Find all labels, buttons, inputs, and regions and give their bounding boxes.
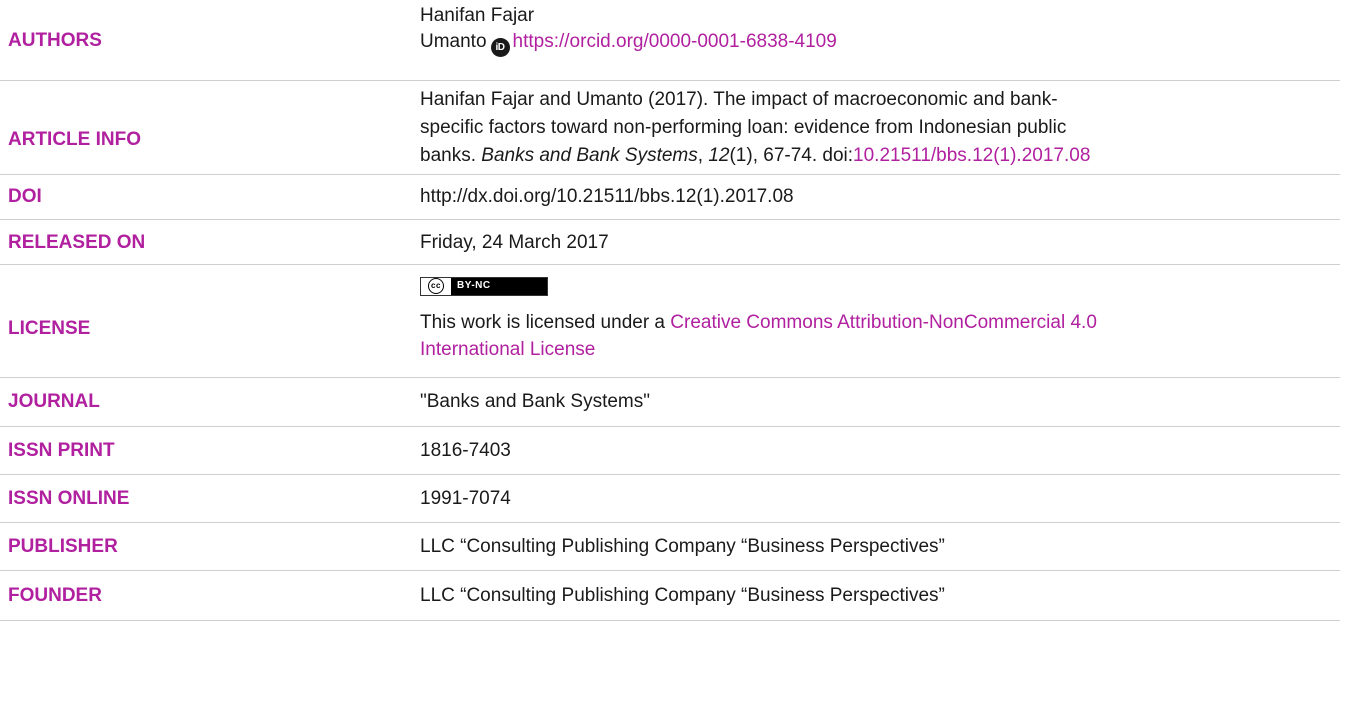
row-license: LICENSE cc BY-NC This work is licensed u… bbox=[0, 265, 1340, 378]
issn-print-label: ISSN PRINT bbox=[8, 440, 115, 461]
article-metadata-table: AUTHORS Hanifan Fajar Umanto iD https://or… bbox=[0, 0, 1362, 715]
issn-online-label: ISSN ONLINE bbox=[8, 488, 130, 509]
citation-line-1: Hanifan Fajar and Umanto (2017). The imp… bbox=[420, 89, 1058, 110]
journal-value: "Banks and Bank Systems" bbox=[420, 391, 650, 412]
authors-label: AUTHORS bbox=[8, 30, 102, 51]
article-info-label: ARTICLE INFO bbox=[8, 129, 141, 150]
issn-online-value: 1991-7074 bbox=[420, 488, 511, 509]
author-name-2: Umanto bbox=[420, 31, 487, 52]
author-line-2: Umanto iD https://orcid.org/0000-0001-6838… bbox=[420, 29, 1335, 57]
cc-license-badge[interactable]: cc BY-NC bbox=[420, 276, 548, 296]
row-issn-print: ISSN PRINT 1816-7403 bbox=[0, 427, 1340, 475]
row-issn-online: ISSN ONLINE 1991-7074 bbox=[0, 475, 1340, 523]
row-authors: AUTHORS Hanifan Fajar Umanto iD https://or… bbox=[0, 0, 1340, 81]
citation-prefix: banks. bbox=[420, 145, 482, 166]
license-text-prefix: This work is licensed under a bbox=[420, 312, 671, 333]
orcid-icon[interactable]: iD bbox=[490, 38, 510, 57]
citation-line-3: banks. Banks and Bank Systems, 12(1), 67… bbox=[420, 142, 1335, 170]
issn-print-value: 1816-7403 bbox=[420, 440, 511, 461]
row-released-on: RELEASED ON Friday, 24 March 2017 bbox=[0, 220, 1340, 265]
row-publisher: PUBLISHER LLC “Consulting Publishing Com… bbox=[0, 523, 1340, 571]
authors-value: Hanifan Fajar Umanto iD https://orcid.org/… bbox=[420, 3, 1335, 57]
cc-badge-text: BY-NC bbox=[451, 277, 547, 295]
license-link-line-2[interactable]: International License bbox=[420, 339, 595, 360]
publisher-label: PUBLISHER bbox=[8, 536, 118, 557]
row-founder: FOUNDER LLC “Consulting Publishing Compa… bbox=[0, 571, 1340, 621]
doi-value[interactable]: http://dx.doi.org/10.21511/bbs.12(1).201… bbox=[420, 184, 1335, 210]
row-article-info: ARTICLE INFO Hanifan Fajar and Umanto (2… bbox=[0, 81, 1340, 175]
license-label: LICENSE bbox=[8, 318, 91, 339]
founder-value: LLC “Consulting Publishing Company “Busi… bbox=[420, 585, 945, 606]
article-info-value: Hanifan Fajar and Umanto (2017). The imp… bbox=[420, 86, 1335, 170]
citation-doi-link[interactable]: 10.21511/bbs.12(1).2017.08 bbox=[853, 145, 1090, 166]
publisher-value: LLC “Consulting Publishing Company “Busi… bbox=[420, 536, 945, 557]
released-on-value: Friday, 24 March 2017 bbox=[420, 232, 609, 253]
row-doi: DOI http://dx.doi.org/10.21511/bbs.12(1)… bbox=[0, 175, 1340, 220]
author-name-1: Hanifan Fajar bbox=[420, 5, 535, 26]
row-journal: JOURNAL "Banks and Bank Systems" bbox=[0, 378, 1340, 427]
doi-label: DOI bbox=[8, 186, 42, 207]
citation-comma: , bbox=[697, 145, 709, 166]
citation-line-2: specific factors toward non-performing l… bbox=[420, 117, 1067, 138]
journal-label: JOURNAL bbox=[8, 391, 100, 412]
citation-volume: 12 bbox=[708, 145, 730, 166]
orcid-link[interactable]: https://orcid.org/0000-0001-6838-4109 bbox=[513, 31, 837, 52]
cc-icon: cc bbox=[421, 277, 451, 295]
citation-issue-pages: (1), 67-74. doi: bbox=[729, 145, 854, 166]
license-text: This work is licensed under a Creative C… bbox=[420, 309, 1335, 363]
founder-label: FOUNDER bbox=[8, 585, 102, 606]
released-on-label: RELEASED ON bbox=[8, 232, 146, 253]
license-value: cc BY-NC This work is licensed under a C… bbox=[420, 270, 1335, 363]
citation-journal: Banks and Bank Systems bbox=[481, 145, 698, 166]
license-link-line-1[interactable]: Creative Commons Attribution-NonCommerci… bbox=[670, 312, 1097, 333]
